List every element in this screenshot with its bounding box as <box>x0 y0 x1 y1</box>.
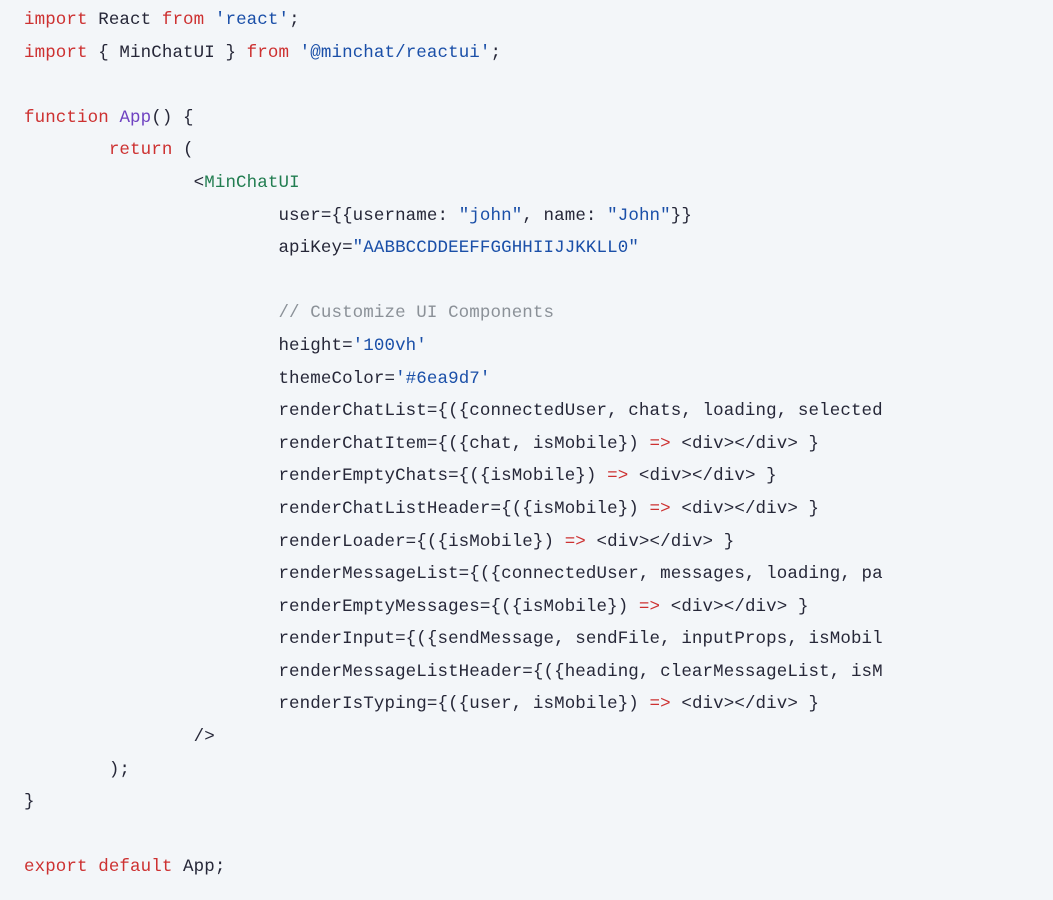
prop-user: user={{username: "john", name: "John"}} <box>24 206 692 226</box>
kw-default: default <box>88 857 173 877</box>
jsx-tag-name: MinChatUI <box>204 173 299 193</box>
prop-renderistyping: renderIsTyping={({user, isMobile}) => <d… <box>24 694 819 714</box>
prop-renderchatlistheader: renderChatListHeader={({isMobile}) => <d… <box>24 499 819 519</box>
line-close-tag: /> <box>24 727 215 747</box>
line-2: import { MinChatUI } from '@minchat/reac… <box>24 43 501 63</box>
line-5: return ( <box>24 140 194 160</box>
kw-function: function <box>24 108 109 128</box>
prop-renderemptychats: renderEmptyChats={({isMobile}) => <div><… <box>24 466 777 486</box>
kw-from: from <box>162 10 204 30</box>
prop-renderinput: renderInput={({sendMessage, sendFile, in… <box>24 629 883 649</box>
kw-return: return <box>109 140 173 160</box>
line-close-return: ); <box>24 760 130 780</box>
prop-rendermessagelistheader: renderMessageListHeader={({heading, clea… <box>24 662 883 682</box>
comment: // Customize UI Components <box>278 303 554 323</box>
kw-export: export <box>24 857 88 877</box>
line-export: export default App; <box>24 857 225 877</box>
prop-renderchatlist: renderChatList={({connectedUser, chats, … <box>24 401 883 421</box>
string-literal: 'react' <box>204 10 289 30</box>
prop-rendermessagelist: renderMessageList={({connectedUser, mess… <box>24 564 883 584</box>
line-close-fn: } <box>24 792 35 812</box>
prop-apikey: apiKey="AABBCCDDEEFFGGHHIIJJKKLL0" <box>24 238 639 258</box>
line-6-open-tag: <MinChatUI <box>24 173 300 193</box>
prop-height: height='100vh' <box>24 336 427 356</box>
kw-from: from <box>247 43 289 63</box>
kw-import: import <box>24 10 88 30</box>
prop-themecolor: themeColor='#6ea9d7' <box>24 369 491 389</box>
kw-import: import <box>24 43 88 63</box>
fn-name: App <box>119 108 151 128</box>
prop-renderemptymessages: renderEmptyMessages={({isMobile}) => <di… <box>24 597 809 617</box>
string-literal: '@minchat/reactui' <box>289 43 490 63</box>
prop-renderloader: renderLoader={({isMobile}) => <div></div… <box>24 532 734 552</box>
code-block: import React from 'react'; import { MinC… <box>0 0 1053 884</box>
prop-renderchatitem: renderChatItem={({chat, isMobile}) => <d… <box>24 434 819 454</box>
line-1: import React from 'react'; <box>24 10 300 30</box>
line-4: function App() { <box>24 108 194 128</box>
comment-line: // Customize UI Components <box>24 303 554 323</box>
